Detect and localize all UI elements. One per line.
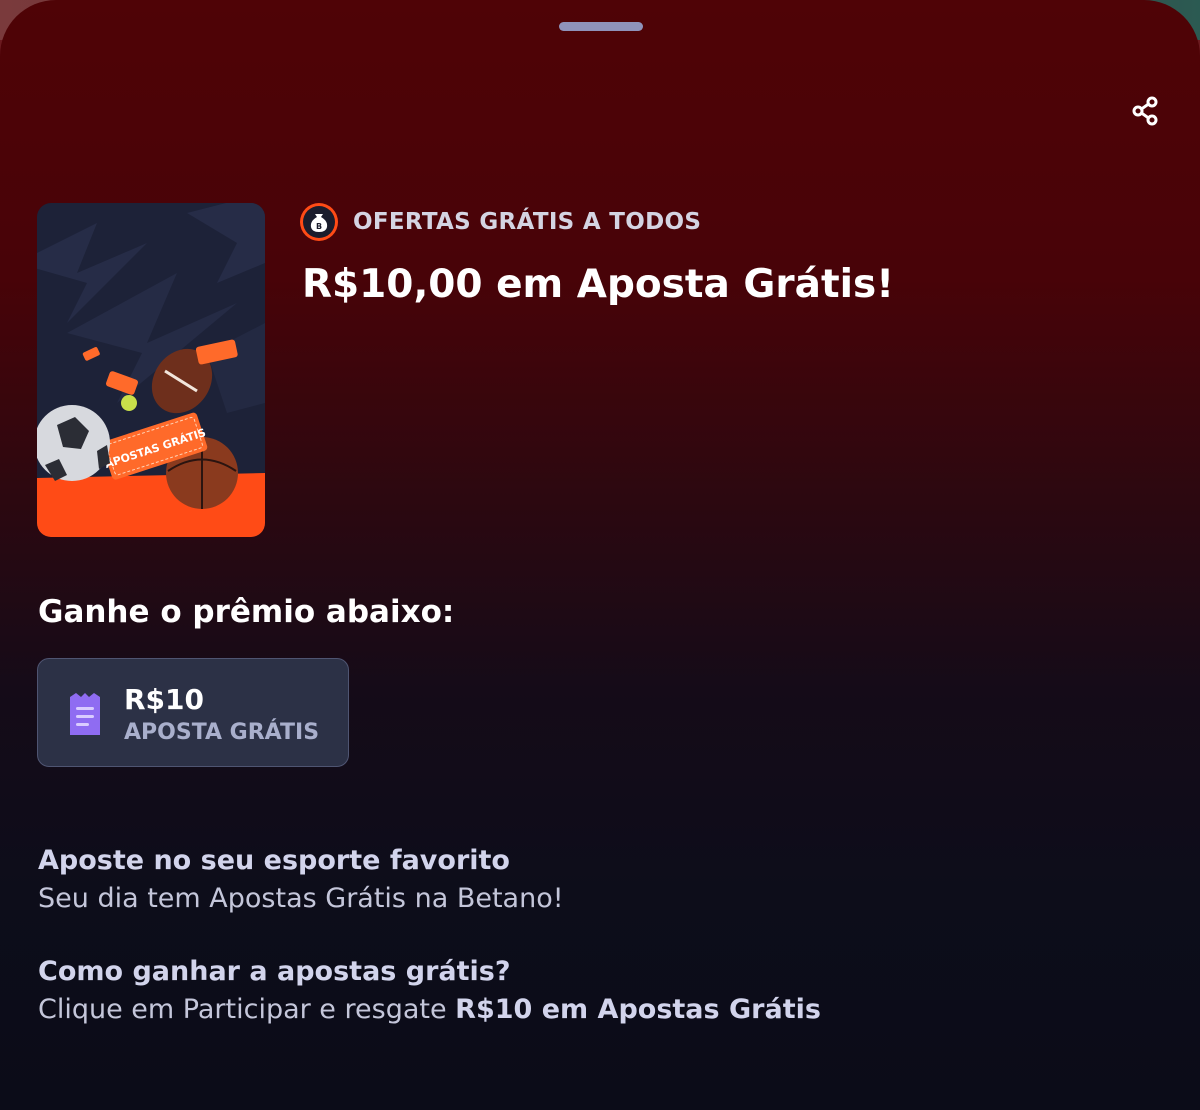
info-title-how-to: Como ganhar a apostas grátis? (38, 956, 511, 987)
share-icon (1132, 96, 1158, 126)
svg-text:B: B (316, 222, 322, 231)
category-label: OFERTAS GRÁTIS A TODOS (353, 209, 702, 235)
share-button[interactable] (1131, 96, 1161, 126)
info-text-prefix: Clique em Participar e resgate (38, 994, 456, 1025)
offer-bottom-sheet: APOSTAS GRÁTIS B OFERTAS GRÁTIS A TODOS … (0, 0, 1200, 1110)
bet-slip-icon (70, 693, 100, 735)
info-title-sport: Aposte no seu esporte favorito (38, 845, 510, 876)
offer-promo-image: APOSTAS GRÁTIS (37, 203, 265, 537)
info-text-how-to: Clique em Participar e resgate R$10 em A… (38, 994, 821, 1025)
sheet-drag-handle[interactable] (559, 22, 643, 31)
offer-title: R$10,00 em Aposta Grátis! (302, 262, 894, 307)
prize-type: APOSTA GRÁTIS (124, 720, 320, 745)
info-text-highlight: R$10 em Apostas Grátis (455, 994, 821, 1025)
prize-amount: R$10 (124, 683, 205, 716)
prize-heading: Ganhe o prêmio abaixo: (38, 594, 455, 630)
offer-category: B OFERTAS GRÁTIS A TODOS (299, 202, 701, 242)
prize-card: R$10 APOSTA GRÁTIS (37, 658, 349, 767)
info-text-sport: Seu dia tem Apostas Grátis na Betano! (38, 883, 564, 914)
money-bag-icon: B (300, 203, 338, 241)
